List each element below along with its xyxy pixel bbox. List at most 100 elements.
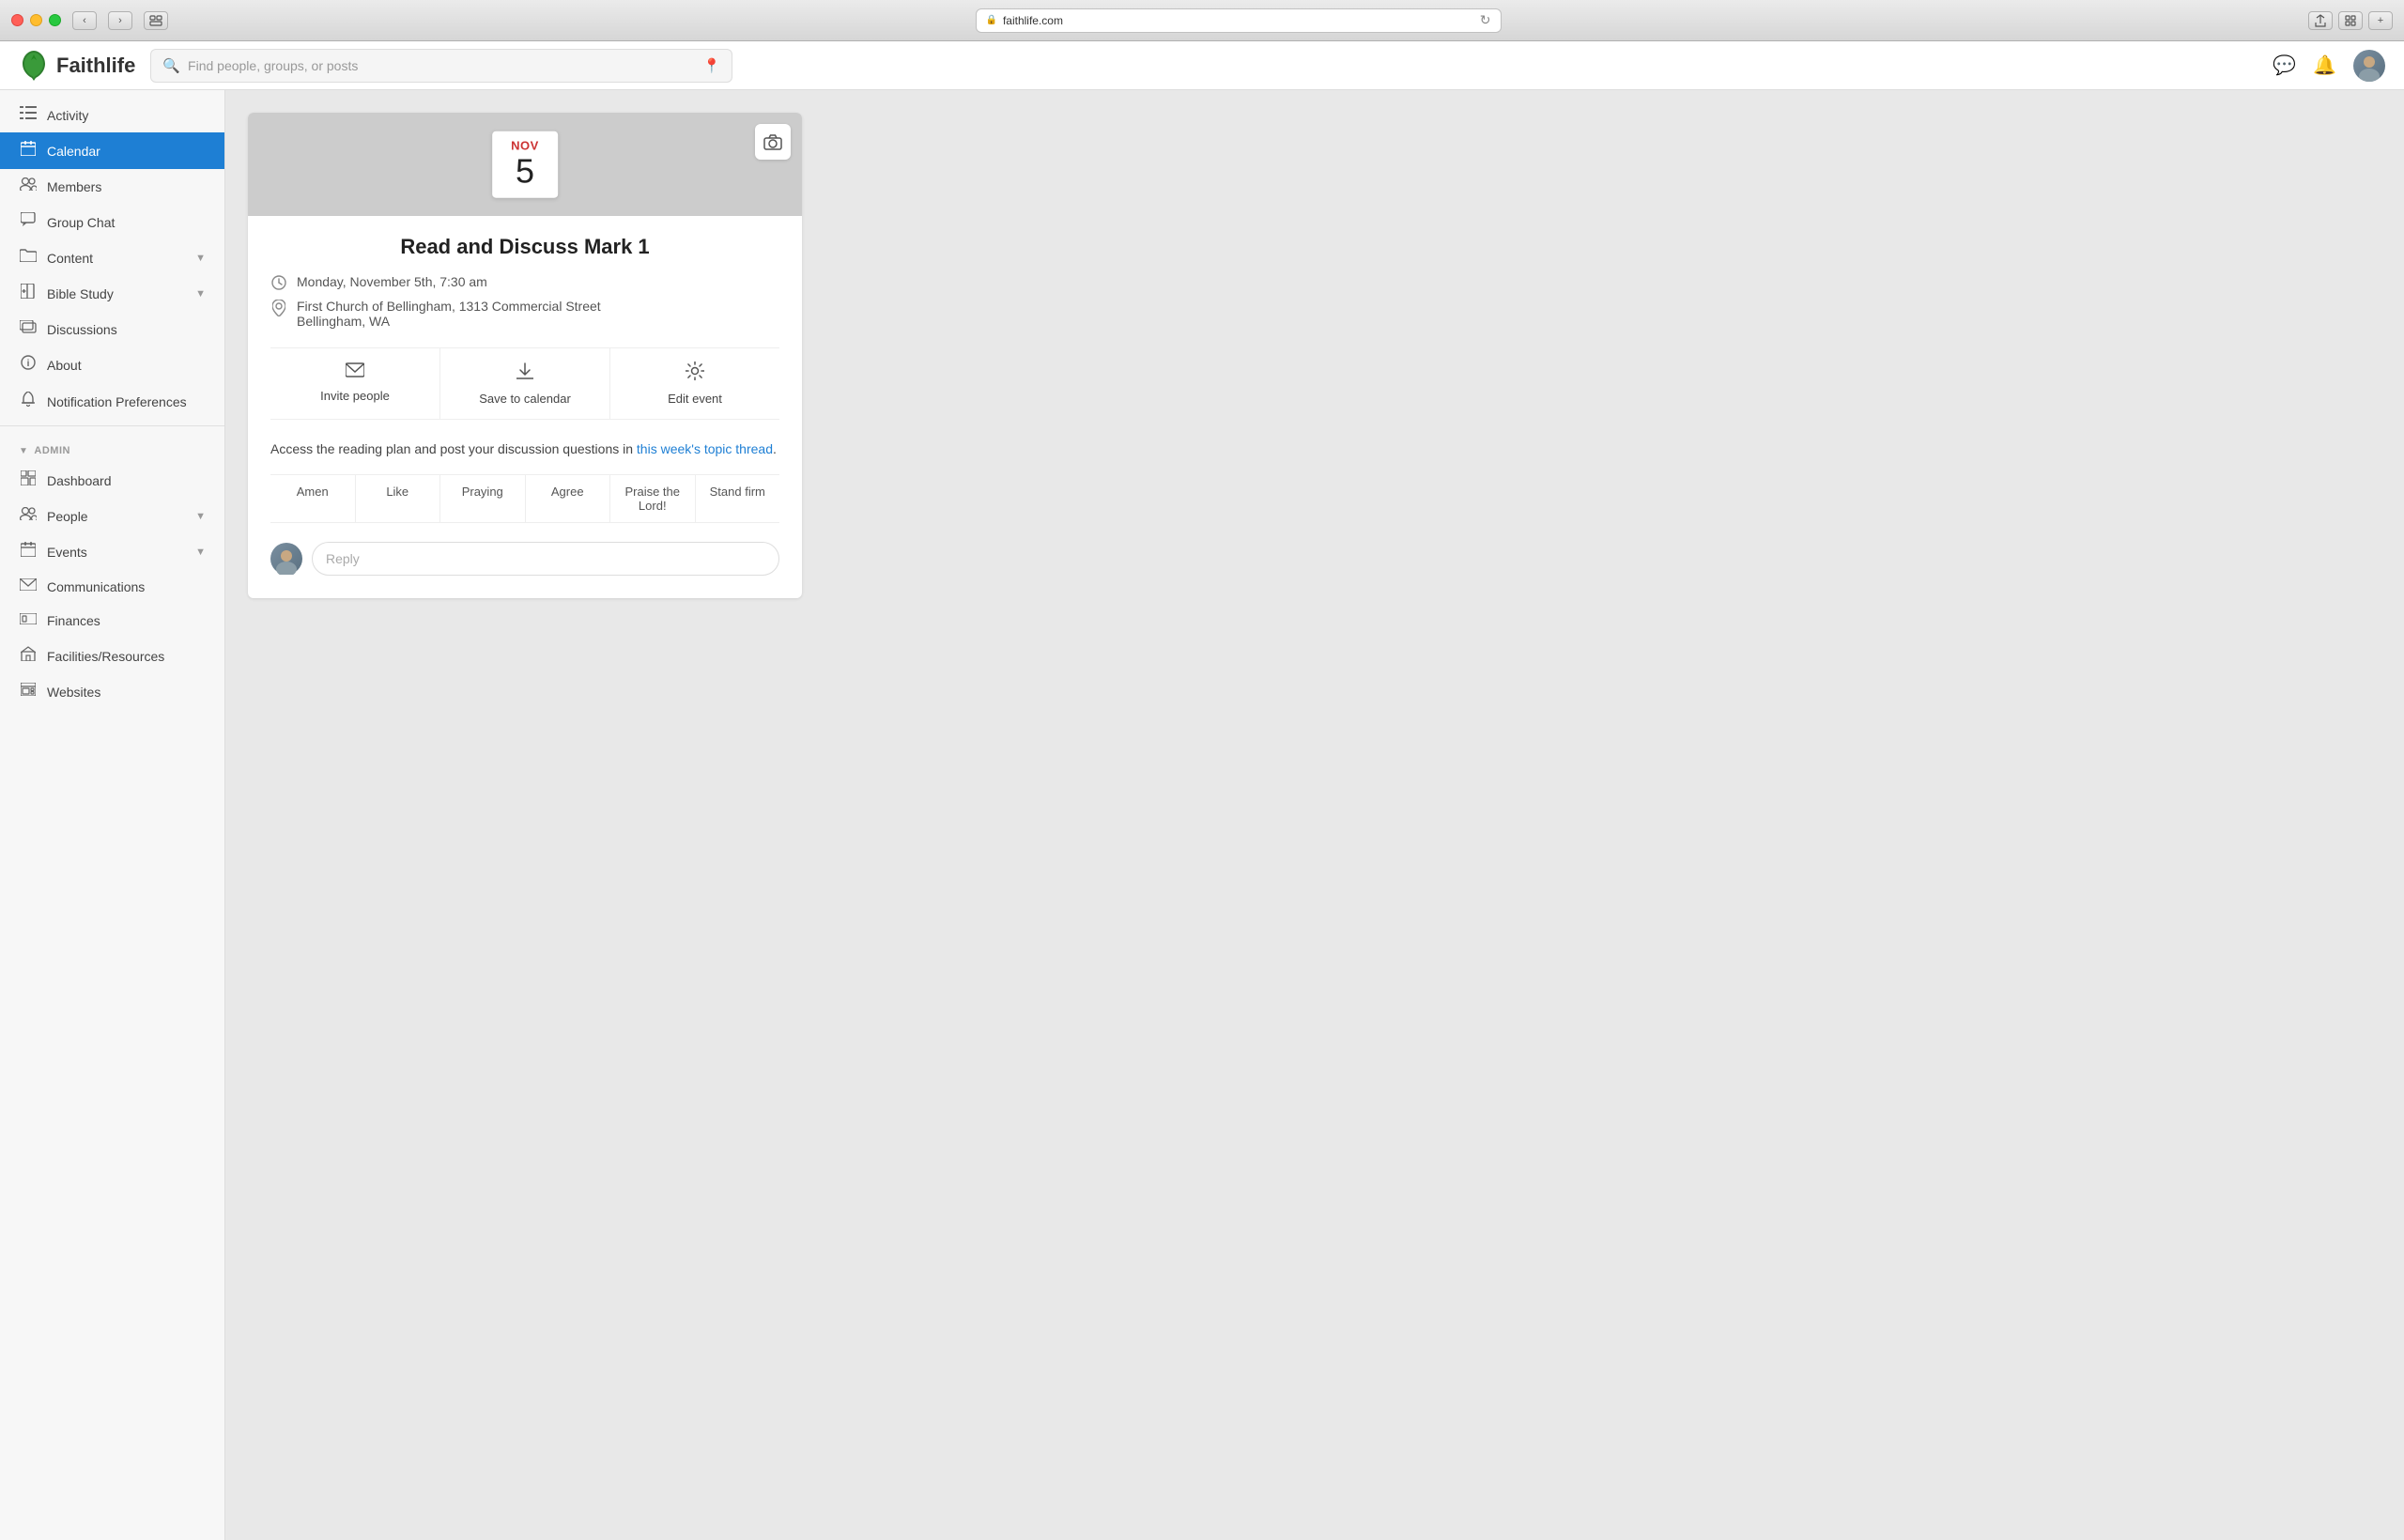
- logo[interactable]: Faithlife: [19, 49, 135, 83]
- sidebar-item-websites[interactable]: Websites: [0, 674, 224, 709]
- search-input[interactable]: [188, 58, 696, 73]
- discussions-icon: [19, 320, 38, 338]
- sidebar-item-events[interactable]: Events ▼: [0, 533, 224, 570]
- logo-text: Faithlife: [56, 54, 135, 78]
- reaction-like[interactable]: Like: [356, 475, 441, 522]
- dashboard-icon: [19, 470, 38, 490]
- forward-button[interactable]: ›: [108, 11, 132, 30]
- admin-section-label: ADMIN: [34, 445, 70, 456]
- reload-icon[interactable]: ↻: [1480, 12, 1491, 28]
- reaction-praise[interactable]: Praise the Lord!: [610, 475, 696, 522]
- reply-input[interactable]: [312, 542, 779, 576]
- members-icon: [19, 177, 38, 195]
- location-pin-icon: [270, 300, 287, 319]
- url-bar[interactable]: 🔒 faithlife.com ↻: [976, 8, 1502, 33]
- close-button[interactable]: [11, 14, 23, 26]
- sidebar-item-about[interactable]: i About: [0, 346, 224, 383]
- upload-photo-button[interactable]: [755, 124, 791, 160]
- content-chevron-icon: ▼: [195, 253, 206, 264]
- sidebar-item-content[interactable]: Content ▼: [0, 240, 224, 275]
- app-body: Activity Calendar Members Group Chat Con: [0, 90, 2404, 1540]
- lock-icon: 🔒: [986, 15, 997, 25]
- sidebar-label-activity: Activity: [47, 108, 206, 123]
- event-desc-suffix: .: [773, 441, 777, 456]
- sidebar-item-notification-preferences[interactable]: Notification Preferences: [0, 383, 224, 420]
- event-location-text: First Church of Bellingham, 1313 Commerc…: [297, 299, 601, 329]
- back-button[interactable]: ‹: [72, 11, 97, 30]
- sidebar-divider: [0, 425, 224, 426]
- invite-people-label: Invite people: [320, 389, 390, 403]
- sidebar-label-facilities: Facilities/Resources: [47, 649, 206, 664]
- admin-section-header: ▼ ADMIN: [0, 432, 224, 462]
- sidebar-item-bible-study[interactable]: Bible Study ▼: [0, 275, 224, 312]
- search-icon: 🔍: [162, 57, 180, 74]
- notifications-icon[interactable]: 🔔: [2313, 54, 2336, 77]
- sidebar-label-finances: Finances: [47, 613, 206, 628]
- facilities-icon: [19, 646, 38, 666]
- titlebar: ‹ › 🔒 faithlife.com ↻ +: [0, 0, 2404, 41]
- edit-event-button[interactable]: Edit event: [610, 348, 779, 419]
- minimize-button[interactable]: [30, 14, 42, 26]
- sidebar-item-discussions[interactable]: Discussions: [0, 312, 224, 346]
- sidebar-item-dashboard[interactable]: Dashboard: [0, 462, 224, 499]
- event-time-meta: Monday, November 5th, 7:30 am: [270, 274, 779, 293]
- sidebar-item-group-chat[interactable]: Group Chat: [0, 204, 224, 240]
- event-title: Read and Discuss Mark 1: [270, 235, 779, 259]
- sidebar-item-communications[interactable]: Communications: [0, 570, 224, 604]
- reaction-praying[interactable]: Praying: [440, 475, 526, 522]
- sidebar-label-calendar: Calendar: [47, 144, 206, 159]
- logo-icon: [19, 49, 49, 83]
- sidebar-item-finances[interactable]: Finances: [0, 604, 224, 638]
- chat-bubble-icon: [19, 212, 38, 232]
- avatar-image: [2353, 50, 2385, 82]
- event-description: Access the reading plan and post your di…: [270, 439, 779, 459]
- sidebar-item-activity[interactable]: Activity: [0, 98, 224, 132]
- sidebar-item-calendar[interactable]: Calendar: [0, 132, 224, 169]
- location-icon: 📍: [703, 57, 721, 74]
- add-tab-button[interactable]: +: [2368, 11, 2393, 30]
- reaction-agree[interactable]: Agree: [526, 475, 611, 522]
- websites-icon: [19, 683, 38, 701]
- sidebar-item-people[interactable]: People ▼: [0, 499, 224, 533]
- people-chevron-icon: ▼: [195, 511, 206, 522]
- bell-icon: [19, 392, 38, 411]
- calendar-icon: [19, 141, 38, 161]
- event-time-text: Monday, November 5th, 7:30 am: [297, 274, 487, 289]
- sidebar-label-notification-preferences: Notification Preferences: [47, 394, 206, 409]
- maximize-button[interactable]: [49, 14, 61, 26]
- reply-avatar: [270, 543, 302, 575]
- reaction-amen[interactable]: Amen: [270, 475, 356, 522]
- save-to-calendar-button[interactable]: Save to calendar: [440, 348, 610, 419]
- sidebar-item-members[interactable]: Members: [0, 169, 224, 204]
- header-right: 💬 🔔: [2273, 50, 2385, 82]
- main-content: NOV 5 Read and Discuss Mark 1 Monday, No…: [225, 90, 2404, 1540]
- search-bar[interactable]: 🔍 📍: [150, 49, 732, 83]
- app-header: Faithlife 🔍 📍 💬 🔔: [0, 41, 2404, 90]
- sidebar-label-communications: Communications: [47, 579, 206, 594]
- info-icon: i: [19, 355, 38, 375]
- sidebar-label-content: Content: [47, 251, 186, 266]
- sidebar-item-facilities[interactable]: Facilities/Resources: [0, 638, 224, 674]
- titlebar-actions: +: [2308, 11, 2393, 30]
- event-date-badge: NOV 5: [492, 131, 558, 198]
- sidebar-label-dashboard: Dashboard: [47, 473, 206, 488]
- layout-button[interactable]: [144, 11, 168, 30]
- event-desc-prefix: Access the reading plan and post your di…: [270, 441, 637, 456]
- sidebar-label-websites: Websites: [47, 685, 206, 700]
- gear-icon: [686, 362, 704, 386]
- invite-people-button[interactable]: Invite people: [270, 348, 440, 419]
- save-to-calendar-label: Save to calendar: [479, 392, 571, 406]
- chat-icon[interactable]: 💬: [2273, 54, 2296, 77]
- events-chevron-icon: ▼: [195, 547, 206, 558]
- topic-thread-link[interactable]: this week's topic thread: [637, 441, 773, 456]
- sidebar-label-events: Events: [47, 545, 186, 560]
- share-button[interactable]: [2308, 11, 2333, 30]
- clock-icon: [270, 275, 287, 293]
- sidebar-label-members: Members: [47, 179, 206, 194]
- event-date-day: 5: [511, 153, 539, 191]
- user-avatar[interactable]: [2353, 50, 2385, 82]
- reply-area: [270, 538, 779, 579]
- fullscreen-button[interactable]: [2338, 11, 2363, 30]
- window-controls: [11, 14, 61, 26]
- reaction-stand-firm[interactable]: Stand firm: [696, 475, 780, 522]
